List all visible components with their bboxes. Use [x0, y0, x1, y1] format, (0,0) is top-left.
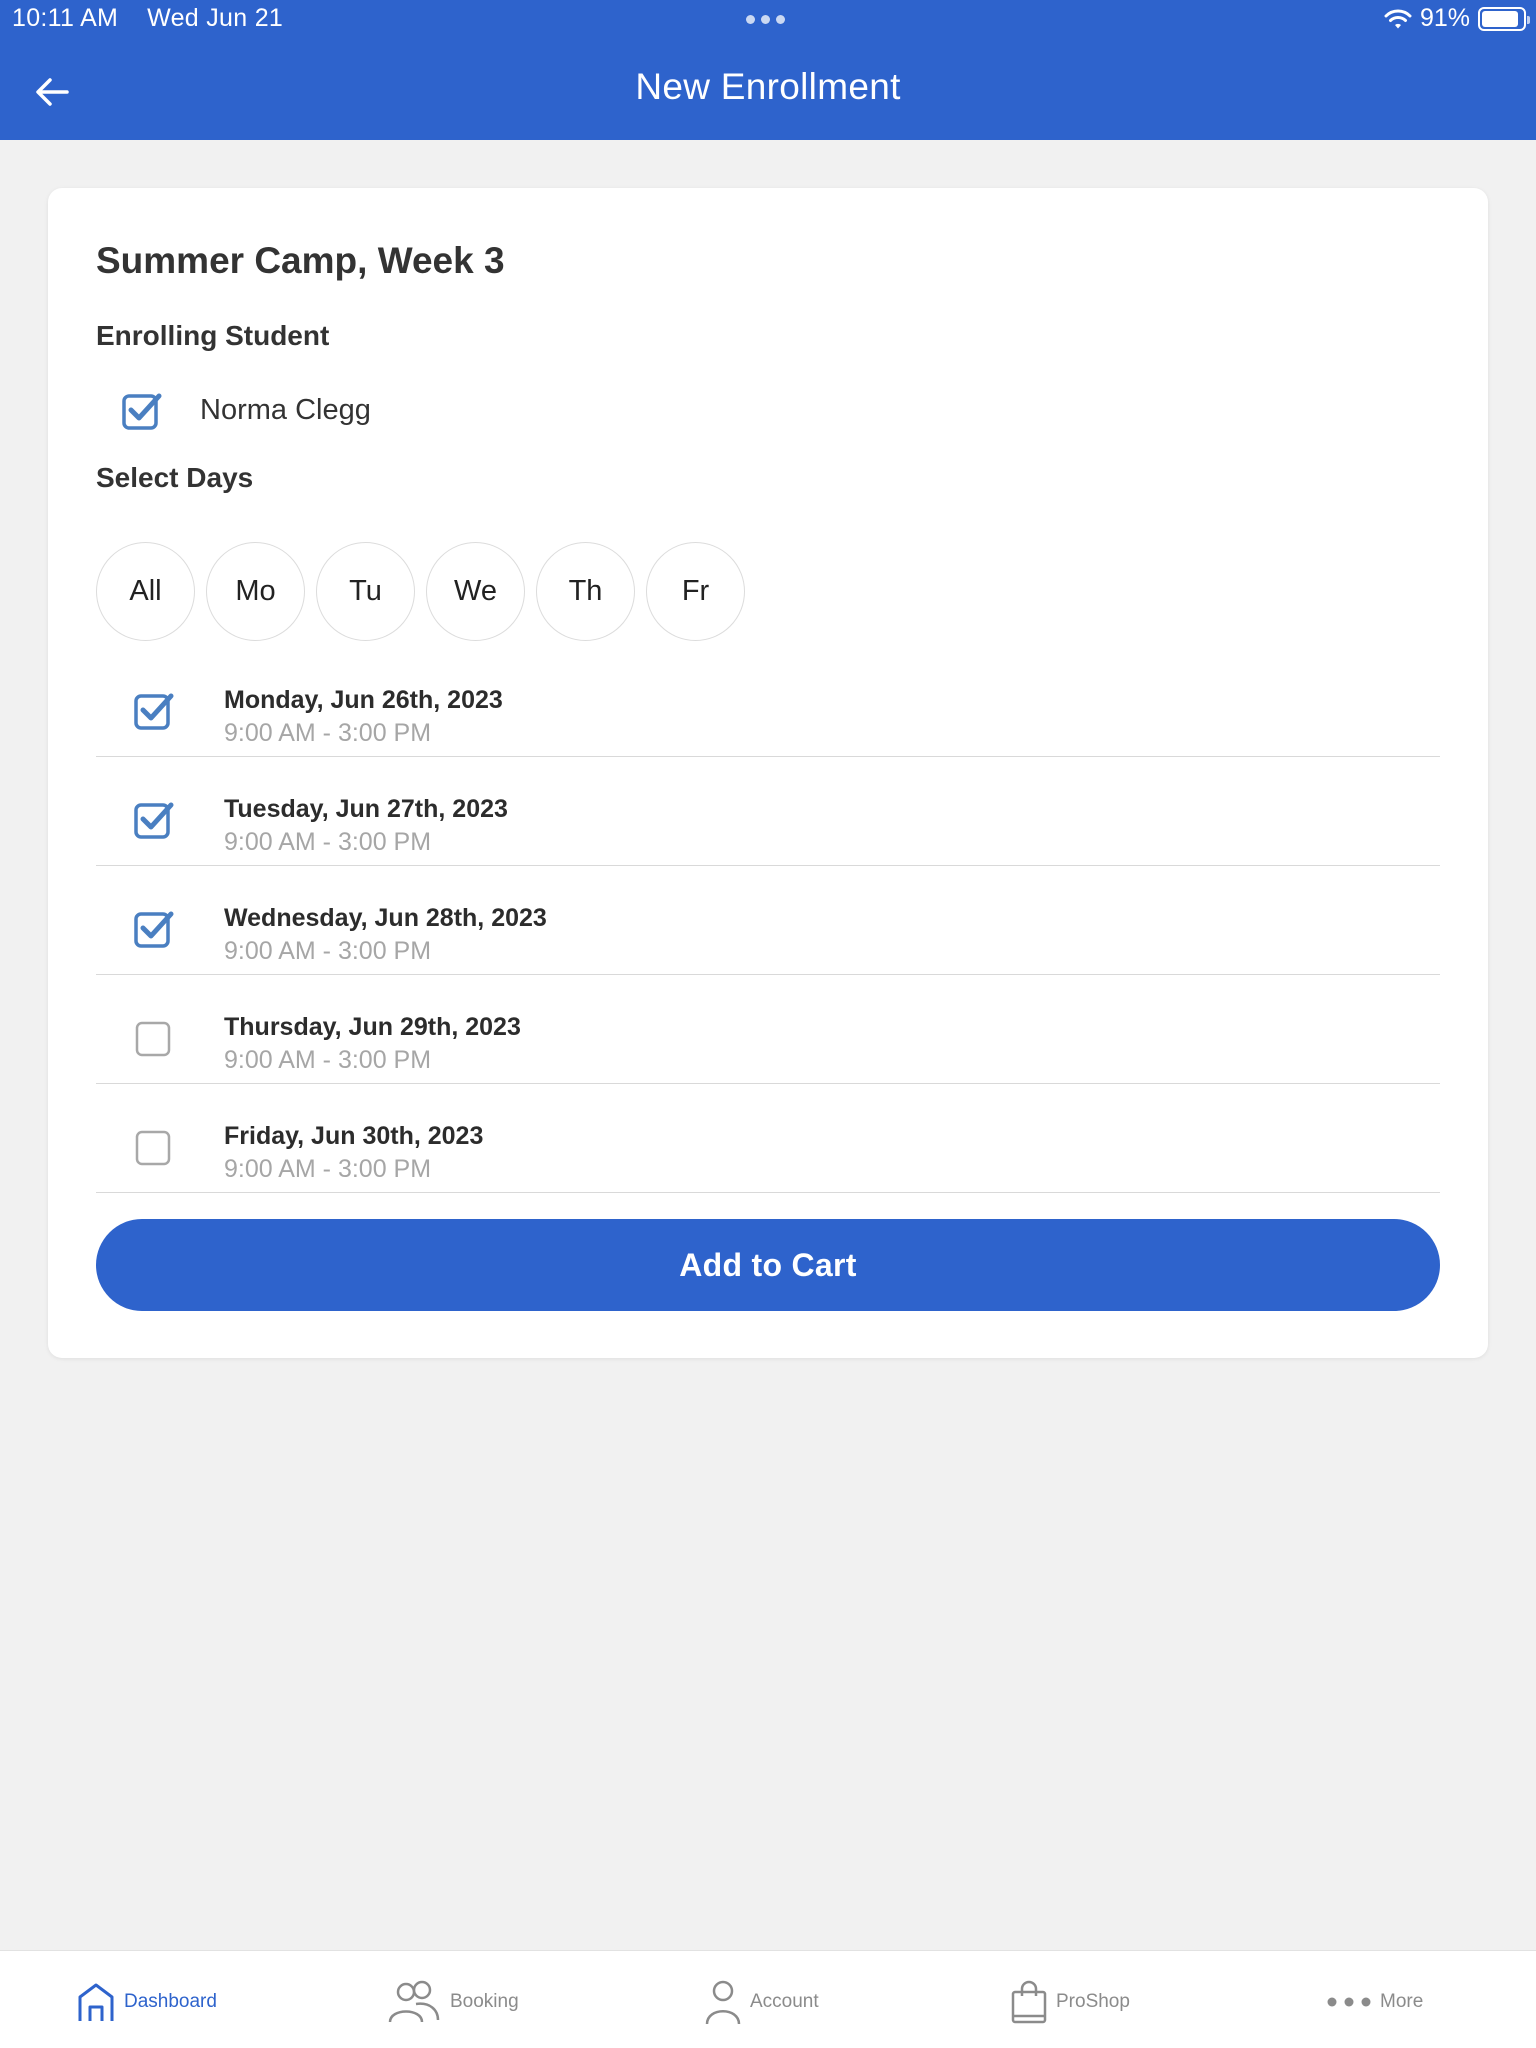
day-filter-mo[interactable]: Mo [206, 542, 305, 641]
date-checkbox[interactable] [134, 690, 174, 730]
home-icon [78, 1983, 114, 2021]
checkbox-checked-icon [134, 693, 174, 730]
checkbox-unchecked-icon [135, 1130, 171, 1166]
tab-account[interactable]: Account [704, 1977, 819, 2027]
date-title: Tuesday, Jun 27th, 2023 [224, 795, 508, 823]
checkbox-checked-icon [134, 802, 174, 839]
multitasking-dots-icon[interactable] [746, 15, 785, 24]
checkbox-unchecked-icon [135, 1021, 171, 1057]
enrolling-student-label: Enrolling Student [96, 320, 330, 351]
date-title: Friday, Jun 30th, 2023 [224, 1122, 484, 1150]
date-time: 9:00 AM - 3:00 PM [224, 937, 432, 965]
day-filter-th[interactable]: Th [536, 542, 635, 641]
date-row-tuesday[interactable]: Tuesday, Jun 27th, 2023 9:00 AM - 3:00 P… [96, 757, 1440, 866]
day-filter-tu[interactable]: Tu [316, 542, 415, 641]
more-dots-icon [1327, 1997, 1371, 2007]
battery-icon [1478, 6, 1530, 31]
day-filter-group: All Mo Tu We Th Fr [96, 542, 745, 641]
date-row-friday[interactable]: Friday, Jun 30th, 2023 9:00 AM - 3:00 PM [96, 1084, 1440, 1193]
tab-label: ProShop [1056, 1991, 1130, 2012]
date-checkbox[interactable] [134, 908, 174, 948]
date-title: Thursday, Jun 29th, 2023 [224, 1013, 521, 1041]
people-icon [388, 1980, 440, 2023]
day-filter-fr[interactable]: Fr [646, 542, 745, 641]
date-row-monday[interactable]: Monday, Jun 26th, 2023 9:00 AM - 3:00 PM [96, 648, 1440, 757]
date-checkbox[interactable] [134, 799, 174, 839]
date-title: Monday, Jun 26th, 2023 [224, 686, 503, 714]
course-title: Summer Camp, Week 3 [96, 240, 505, 281]
day-filter-all[interactable]: All [96, 542, 195, 641]
student-option[interactable]: Norma Clegg [122, 388, 371, 432]
student-name: Norma Clegg [200, 393, 371, 426]
tab-proshop[interactable]: ProShop [1010, 1977, 1130, 2027]
date-row-thursday[interactable]: Thursday, Jun 29th, 2023 9:00 AM - 3:00 … [96, 975, 1440, 1084]
checkbox-checked-icon [122, 393, 162, 430]
tab-dashboard[interactable]: Dashboard [76, 1977, 217, 2027]
date-row-wednesday[interactable]: Wednesday, Jun 28th, 2023 9:00 AM - 3:00… [96, 866, 1440, 975]
app-header: 10:11 AM Wed Jun 21 91% New Enrollment [0, 0, 1536, 140]
person-icon [705, 1980, 741, 2025]
battery-percent: 91% [1419, 4, 1470, 32]
date-title: Wednesday, Jun 28th, 2023 [224, 904, 547, 932]
tab-more[interactable]: More [1326, 1977, 1423, 2027]
bottom-tab-bar: Dashboard Booking Account ProShop More [0, 1950, 1536, 2048]
enrollment-card: Summer Camp, Week 3 Enrolling Student No… [48, 188, 1488, 1358]
shopping-bag-icon [1011, 1980, 1047, 2024]
tab-label: Dashboard [124, 1991, 217, 2012]
date-time: 9:00 AM - 3:00 PM [224, 1155, 432, 1183]
page-title: New Enrollment [635, 66, 901, 107]
checkbox-checked-icon [134, 911, 174, 948]
date-checkbox[interactable] [134, 1126, 174, 1166]
tab-label: More [1380, 1991, 1424, 2012]
status-time: 10:11 AM Wed Jun 21 [12, 4, 284, 32]
student-checkbox[interactable] [122, 390, 162, 430]
date-time: 9:00 AM - 3:00 PM [224, 1046, 432, 1074]
wifi-icon [1384, 8, 1412, 30]
status-indicators: 91% [1384, 4, 1530, 33]
date-time: 9:00 AM - 3:00 PM [224, 828, 432, 856]
day-filter-we[interactable]: We [426, 542, 525, 641]
date-list: Monday, Jun 26th, 2023 9:00 AM - 3:00 PM… [96, 648, 1440, 1193]
date-checkbox[interactable] [134, 1017, 174, 1057]
date-time: 9:00 AM - 3:00 PM [224, 719, 432, 747]
tab-label: Account [750, 1991, 819, 2012]
add-to-cart-button[interactable]: Add to Cart [96, 1219, 1440, 1311]
select-days-label: Select Days [96, 462, 254, 493]
tab-label: Booking [450, 1991, 519, 2012]
tab-booking[interactable]: Booking [386, 1977, 519, 2027]
